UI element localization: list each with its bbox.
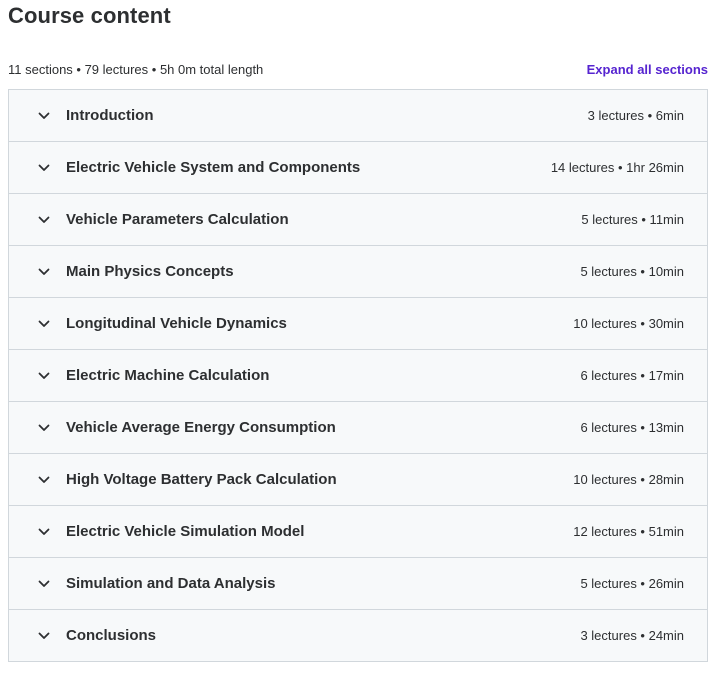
section-title: Vehicle Average Energy Consumption — [66, 419, 336, 436]
section-title: Introduction — [66, 107, 154, 124]
chevron-down-icon — [36, 420, 52, 436]
section-row[interactable]: Electric Machine Calculation 6 lectures … — [9, 350, 707, 402]
chevron-down-icon — [36, 628, 52, 644]
sections-list: Introduction 3 lectures • 6min Electric … — [8, 89, 708, 662]
course-summary: 11 sections • 79 lectures • 5h 0m total … — [8, 61, 264, 77]
section-title: Electric Vehicle Simulation Model — [66, 523, 305, 540]
expand-all-sections-button[interactable]: Expand all sections — [587, 62, 708, 77]
section-meta: 5 lectures • 11min — [581, 212, 684, 227]
chevron-down-icon — [36, 316, 52, 332]
section-title: High Voltage Battery Pack Calculation — [66, 471, 337, 488]
chevron-down-icon — [36, 264, 52, 280]
chevron-down-icon — [36, 160, 52, 176]
section-row[interactable]: Vehicle Average Energy Consumption 6 lec… — [9, 402, 707, 454]
section-meta: 10 lectures • 28min — [573, 472, 684, 487]
section-meta: 10 lectures • 30min — [573, 316, 684, 331]
section-meta: 14 lectures • 1hr 26min — [550, 160, 684, 175]
section-row[interactable]: Longitudinal Vehicle Dynamics 10 lecture… — [9, 298, 707, 350]
chevron-down-icon — [36, 108, 52, 124]
chevron-down-icon — [36, 212, 52, 228]
section-title: Longitudinal Vehicle Dynamics — [66, 315, 287, 332]
section-meta: 6 lectures • 17min — [580, 368, 684, 383]
course-content-panel: Course content 11 sections • 79 lectures… — [0, 0, 712, 675]
section-row[interactable]: Simulation and Data Analysis 5 lectures … — [9, 558, 707, 610]
section-meta: 6 lectures • 13min — [580, 420, 684, 435]
chevron-down-icon — [36, 368, 52, 384]
section-row[interactable]: Electric Vehicle System and Components 1… — [9, 142, 707, 194]
chevron-down-icon — [36, 472, 52, 488]
section-meta: 3 lectures • 24min — [580, 628, 684, 643]
section-row[interactable]: Vehicle Parameters Calculation 5 lecture… — [9, 194, 707, 246]
page-title: Course content — [8, 3, 171, 28]
section-title: Vehicle Parameters Calculation — [66, 211, 289, 228]
section-title: Electric Machine Calculation — [66, 367, 270, 384]
section-meta: 5 lectures • 10min — [580, 264, 684, 279]
section-meta: 5 lectures • 26min — [580, 576, 684, 591]
section-title: Conclusions — [66, 627, 157, 644]
section-row[interactable]: Conclusions 3 lectures • 24min — [9, 610, 707, 662]
chevron-down-icon — [36, 524, 52, 540]
section-row[interactable]: High Voltage Battery Pack Calculation 10… — [9, 454, 707, 506]
section-row[interactable]: Introduction 3 lectures • 6min — [9, 90, 707, 142]
section-title: Main Physics Concepts — [66, 263, 234, 280]
section-title: Electric Vehicle System and Components — [66, 159, 361, 176]
section-row[interactable]: Main Physics Concepts 5 lectures • 10min — [9, 246, 707, 298]
section-row[interactable]: Electric Vehicle Simulation Model 12 lec… — [9, 506, 707, 558]
section-meta: 3 lectures • 6min — [587, 108, 684, 123]
course-summary-row: 11 sections • 79 lectures • 5h 0m total … — [8, 60, 708, 78]
chevron-down-icon — [36, 576, 52, 592]
section-meta: 12 lectures • 51min — [573, 524, 684, 539]
section-title: Simulation and Data Analysis — [66, 575, 276, 592]
